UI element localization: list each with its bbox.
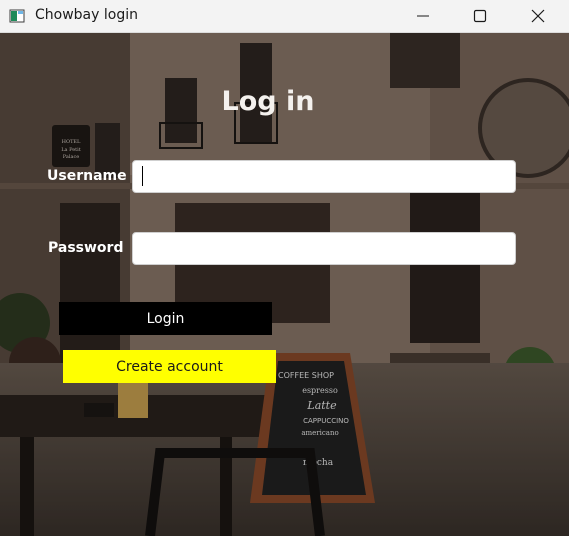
close-icon — [531, 9, 545, 23]
minimize-icon — [417, 15, 429, 17]
app-window-icon — [9, 9, 25, 23]
minimize-button[interactable] — [400, 0, 446, 32]
maximize-button[interactable] — [457, 0, 503, 32]
text-cursor — [142, 166, 143, 186]
page-title: Log in — [221, 86, 315, 117]
close-button[interactable] — [515, 0, 561, 32]
login-button[interactable]: Login — [59, 302, 272, 335]
window-title: Chowbay login — [35, 7, 138, 23]
create-account-button[interactable]: Create account — [63, 350, 276, 383]
password-input[interactable] — [132, 232, 516, 265]
title-bar: Chowbay login — [0, 0, 569, 33]
password-label: Password — [48, 240, 124, 256]
maximize-icon — [473, 9, 487, 23]
username-input[interactable] — [132, 160, 516, 193]
username-label: Username — [47, 168, 127, 184]
